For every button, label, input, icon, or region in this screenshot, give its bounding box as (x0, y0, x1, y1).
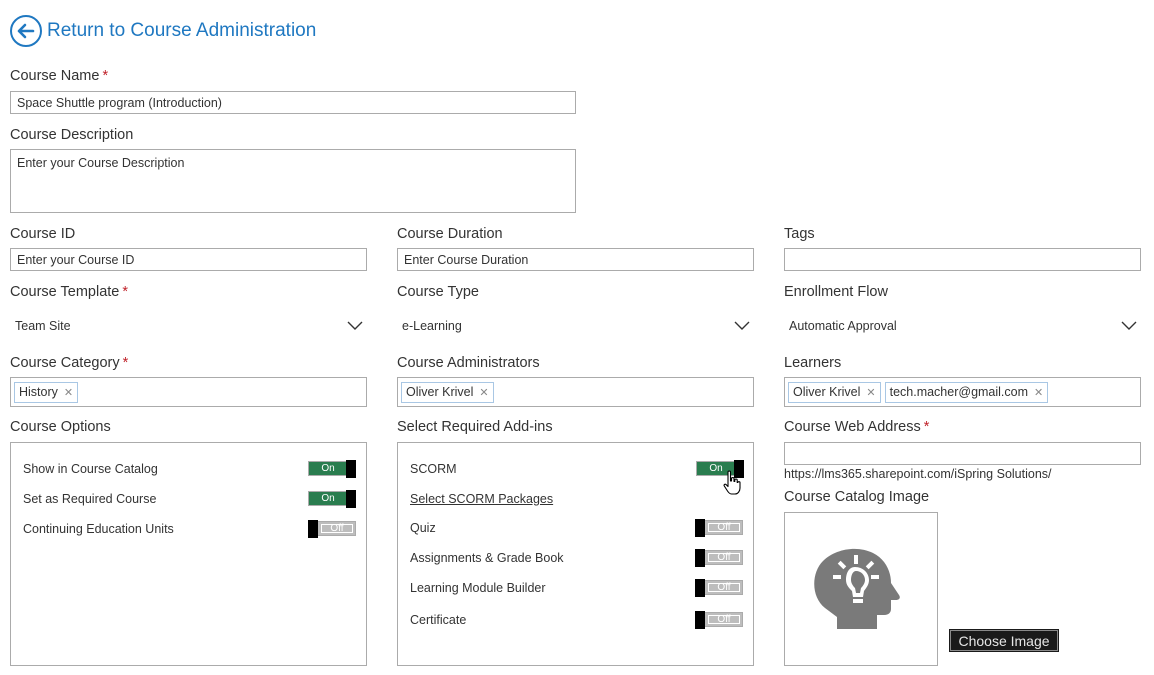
web-address-label: Course Web Address * (784, 419, 929, 435)
close-icon[interactable]: ✕ (64, 386, 73, 399)
course-id-input[interactable]: Enter your Course ID (10, 248, 367, 271)
tag-label: Oliver Krivel (406, 385, 474, 399)
chevron-down-icon (347, 321, 363, 330)
web-address-label-text: Course Web Address (784, 419, 921, 435)
continuing-education-toggle[interactable]: Off (308, 520, 356, 538)
close-icon[interactable]: ✕ (1034, 386, 1043, 399)
course-administrators-label: Course Administrators (397, 355, 540, 371)
close-icon[interactable]: ✕ (479, 386, 488, 399)
category-tag: History ✕ (14, 381, 79, 403)
course-template-value: Team Site (15, 319, 71, 333)
arrow-left-circle-icon (10, 15, 42, 47)
required-mark: * (102, 68, 109, 84)
tags-label: Tags (784, 226, 815, 242)
continuing-education-label: Continuing Education Units (23, 522, 174, 536)
learning-module-builder-toggle[interactable]: Off (695, 579, 743, 597)
course-type-select[interactable]: e-Learning (397, 314, 754, 338)
course-name-input[interactable]: Space Shuttle program (Introduction) (10, 91, 576, 114)
catalog-image-preview (784, 512, 938, 666)
required-course-label: Set as Required Course (23, 492, 157, 506)
assignments-label: Assignments & Grade Book (410, 551, 564, 565)
addins-panel: SCORM On Select SCORM Packages Quiz Off … (397, 442, 754, 666)
hand-pointer-icon (723, 470, 741, 495)
course-description-textarea[interactable]: Enter your Course Description (10, 149, 576, 213)
course-template-label: Course Template * (10, 284, 128, 300)
learner-tag: Oliver Krivel ✕ (788, 381, 881, 403)
course-category-picker[interactable]: History ✕ (10, 377, 367, 407)
toggle-state: Off (717, 614, 731, 625)
toggle-knob (346, 490, 356, 508)
show-in-catalog-label: Show in Course Catalog (23, 462, 158, 476)
assignments-toggle[interactable]: Off (695, 549, 743, 567)
course-type-label: Course Type (397, 284, 479, 300)
close-icon[interactable]: ✕ (866, 386, 875, 399)
course-id-placeholder: Enter your Course ID (17, 252, 135, 267)
course-options-panel: Show in Course Catalog On Set as Require… (10, 442, 367, 666)
head-lightbulb-icon (814, 548, 900, 629)
certificate-label: Certificate (410, 613, 467, 627)
learners-picker[interactable]: Oliver Krivel ✕ tech.macher@gmail.com ✕ (784, 377, 1141, 407)
tag-label: tech.macher@gmail.com (889, 385, 1029, 399)
course-options-label: Course Options (10, 419, 111, 435)
chevron-down-icon (734, 321, 750, 330)
certificate-toggle[interactable]: Off (695, 611, 743, 629)
enrollment-flow-value: Automatic Approval (789, 319, 897, 333)
web-address-input[interactable] (784, 442, 1141, 465)
course-name-label-text: Course Name (10, 68, 100, 84)
quiz-label: Quiz (410, 521, 436, 535)
addins-label: Select Required Add-ins (397, 419, 553, 435)
required-mark: * (122, 355, 129, 371)
scorm-label: SCORM (410, 462, 457, 476)
toggle-state: Off (717, 582, 731, 593)
course-category-label-text: Course Category (10, 355, 120, 371)
required-mark: * (122, 284, 129, 300)
tag-label: History (19, 385, 58, 399)
toggle-knob (695, 549, 705, 567)
course-description-placeholder: Enter your Course Description (17, 156, 185, 170)
toggle-state: On (321, 463, 335, 474)
enrollment-flow-select[interactable]: Automatic Approval (784, 314, 1141, 338)
catalog-image-label: Course Catalog Image (784, 489, 930, 505)
toggle-knob (346, 460, 356, 478)
course-category-label: Course Category * (10, 355, 128, 371)
toggle-state: Off (717, 522, 731, 533)
toggle-state: Off (717, 552, 731, 563)
tag-label: Oliver Krivel (793, 385, 861, 399)
learner-tag: tech.macher@gmail.com ✕ (884, 381, 1049, 403)
toggle-state: On (321, 493, 335, 504)
toggle-knob (695, 519, 705, 537)
learners-label: Learners (784, 355, 842, 371)
administrator-tag: Oliver Krivel ✕ (401, 381, 494, 403)
course-type-value: e-Learning (402, 319, 462, 333)
web-address-url-hint: https://lms365.sharepoint.com/iSpring So… (784, 467, 1052, 481)
show-in-catalog-toggle[interactable]: On (308, 460, 356, 478)
return-to-course-administration-link[interactable]: Return to Course Administration (10, 15, 316, 47)
course-duration-input[interactable]: Enter Course Duration (397, 248, 754, 271)
choose-image-button[interactable]: Choose Image (949, 629, 1059, 652)
chevron-down-icon (1121, 321, 1137, 330)
course-administrators-picker[interactable]: Oliver Krivel ✕ (397, 377, 754, 407)
course-template-label-text: Course Template (10, 284, 120, 300)
course-duration-placeholder: Enter Course Duration (404, 252, 529, 267)
required-mark: * (923, 419, 930, 435)
enrollment-flow-label: Enrollment Flow (784, 284, 888, 300)
course-description-label: Course Description (10, 127, 134, 143)
course-name-value: Space Shuttle program (Introduction) (17, 95, 222, 110)
toggle-knob (308, 520, 318, 538)
learning-module-builder-label: Learning Module Builder (410, 581, 546, 595)
quiz-toggle[interactable]: Off (695, 519, 743, 537)
course-duration-label: Course Duration (397, 226, 503, 242)
select-scorm-packages-link[interactable]: Select SCORM Packages (410, 492, 553, 506)
course-id-label: Course ID (10, 226, 76, 242)
course-template-select[interactable]: Team Site (10, 314, 367, 338)
toggle-state: Off (330, 523, 344, 534)
back-link-label: Return to Course Administration (47, 20, 317, 41)
toggle-knob (695, 579, 705, 597)
toggle-knob (695, 611, 705, 629)
tags-input[interactable] (784, 248, 1141, 271)
required-course-toggle[interactable]: On (308, 490, 356, 508)
course-name-label: Course Name * (10, 68, 108, 84)
